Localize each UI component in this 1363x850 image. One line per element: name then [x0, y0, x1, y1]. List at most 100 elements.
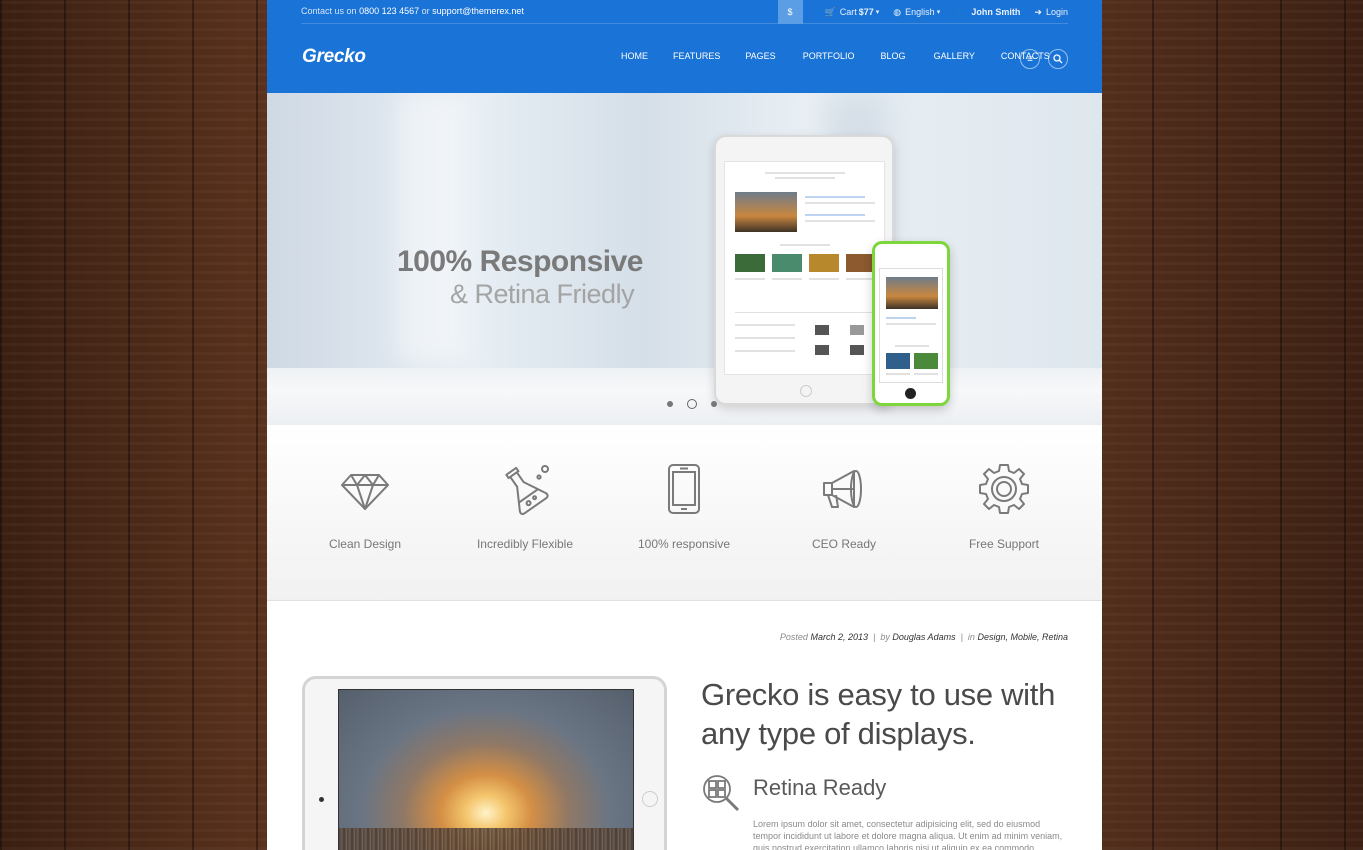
- mini-line: [735, 324, 795, 326]
- mini-image: [809, 254, 839, 272]
- feature-item: Incredibly Flexible: [465, 463, 585, 551]
- post-date[interactable]: March 2, 2013: [810, 632, 868, 642]
- by-label: by: [880, 632, 890, 642]
- slider-dot[interactable]: [667, 401, 673, 407]
- feature-item: CEO Ready: [784, 463, 904, 551]
- nav-item-gallery[interactable]: GALLERY: [934, 51, 975, 61]
- header-icons: ≡: [1012, 49, 1068, 69]
- feature-item: Clean Design: [305, 463, 425, 551]
- retina-magnifier-icon: [703, 775, 740, 812]
- post-tablet-image: [302, 676, 667, 850]
- tablet-home-button: [800, 385, 812, 397]
- mini-line: [780, 244, 830, 246]
- hero-background-blur: [397, 93, 467, 363]
- mini-line: [805, 196, 865, 198]
- chevron-down-icon: ▾: [875, 9, 880, 16]
- language-selector[interactable]: ◍ English ▾: [893, 7, 940, 18]
- mini-line: [895, 345, 929, 347]
- slider-dot[interactable]: [711, 401, 717, 407]
- phone-screen: [879, 268, 943, 383]
- page: Contact us on 0800 123 4567 or support@t…: [267, 0, 1102, 850]
- search-button[interactable]: [1048, 49, 1068, 69]
- megaphone-icon: [823, 470, 862, 508]
- city-skyline: [339, 828, 633, 850]
- feature-icon-wrap: [784, 463, 904, 515]
- mini-line: [809, 278, 839, 280]
- user-name: John Smith: [971, 7, 1021, 17]
- phone-mockup: [872, 241, 950, 406]
- currency-button[interactable]: $: [777, 0, 803, 24]
- nav-item-pages[interactable]: PAGES: [745, 51, 775, 61]
- feature-label: Clean Design: [328, 537, 402, 551]
- tablet-home-button: [642, 791, 658, 807]
- globe-icon: ◍: [893, 6, 902, 17]
- nav-item-home[interactable]: HOME: [621, 51, 648, 61]
- features-section: Clean Design Incredibly Flexible 100% re…: [267, 425, 1102, 601]
- post-tablet-screen: [338, 689, 634, 850]
- hero-slider: 100% Responsive & Retina Friedly: [267, 93, 1102, 425]
- mini-image: [735, 254, 765, 272]
- mini-line: [886, 373, 910, 375]
- mini-line: [805, 220, 875, 222]
- mini-line: [772, 278, 802, 280]
- smartphone-icon: [668, 464, 700, 514]
- menu-button[interactable]: ≡: [1020, 49, 1040, 69]
- nav-item-portfolio[interactable]: PORTFOLIO: [803, 51, 855, 61]
- mini-line: [735, 278, 765, 280]
- hero-subheadline: & Retina Friedly: [450, 279, 635, 309]
- chevron-down-icon: ▾: [936, 9, 941, 16]
- mini-line: [765, 172, 845, 174]
- tablet-camera: [319, 797, 324, 802]
- mini-image: [886, 277, 938, 309]
- in-label: in: [967, 632, 975, 642]
- language-label: English: [905, 7, 935, 17]
- contact-mid: or: [421, 6, 430, 16]
- nav-item-features[interactable]: FEATURES: [673, 51, 720, 61]
- login-link[interactable]: ➜ Login: [1034, 7, 1068, 18]
- search-icon: [1053, 54, 1063, 64]
- contact-info: Contact us on 0800 123 4567 or support@t…: [301, 6, 524, 16]
- section-title: Retina Ready: [753, 775, 887, 800]
- nav-item-blog[interactable]: BLOG: [881, 51, 906, 61]
- tablet-mockup: [714, 135, 894, 405]
- hero-headline: 100% Responsive: [397, 245, 643, 278]
- mini-line: [775, 177, 835, 179]
- hero-shelf: [267, 368, 1102, 425]
- contact-email[interactable]: support@themerex.net: [432, 6, 524, 16]
- menu-icon: ≡: [1027, 53, 1033, 65]
- mini-line: [735, 337, 795, 339]
- site-header: Contact us on 0800 123 4567 or support@t…: [267, 0, 1102, 93]
- contact-prefix: Contact us on: [301, 6, 357, 16]
- feature-icon-wrap: [624, 463, 744, 515]
- post-title: Grecko is easy to use with any type of d…: [701, 677, 1056, 751]
- login-icon: ➜: [1034, 6, 1042, 17]
- user-menu[interactable]: 👤 John Smith: [954, 7, 1020, 18]
- feature-label: Incredibly Flexible: [476, 537, 574, 551]
- mini-line: [886, 323, 936, 325]
- mini-line: [886, 317, 916, 319]
- mini-image: [735, 192, 797, 232]
- feature-label: 100% responsive: [637, 537, 731, 551]
- phone-home-button: [905, 388, 916, 399]
- mini-line: [850, 325, 864, 335]
- post-author[interactable]: Douglas Adams: [892, 632, 955, 642]
- top-bar-right: $ 🛒 Cart $77 ▾ ◍ English ▾ 👤 John Smith: [777, 0, 1068, 24]
- slider-pagination: [660, 399, 724, 409]
- mini-image: [914, 353, 938, 369]
- post-categories[interactable]: Design, Mobile, Retina: [977, 632, 1068, 642]
- feature-item: 100% responsive: [624, 463, 744, 551]
- mini-image: [886, 353, 910, 369]
- cart-button[interactable]: 🛒 Cart $77 ▾: [825, 7, 880, 18]
- posted-label: Posted: [779, 632, 808, 642]
- cart-icon: 🛒: [824, 6, 836, 17]
- user-icon: 👤: [954, 6, 966, 17]
- feature-icon-wrap: [944, 463, 1064, 515]
- site-logo[interactable]: Grecko: [302, 46, 366, 68]
- gear-icon: [979, 464, 1029, 514]
- mini-line: [815, 325, 829, 335]
- slider-dot-active[interactable]: [687, 399, 697, 409]
- mini-line: [815, 345, 829, 355]
- feature-item: Free Support: [944, 463, 1064, 551]
- mini-line: [850, 345, 864, 355]
- contact-phone[interactable]: 0800 123 4567: [359, 6, 419, 16]
